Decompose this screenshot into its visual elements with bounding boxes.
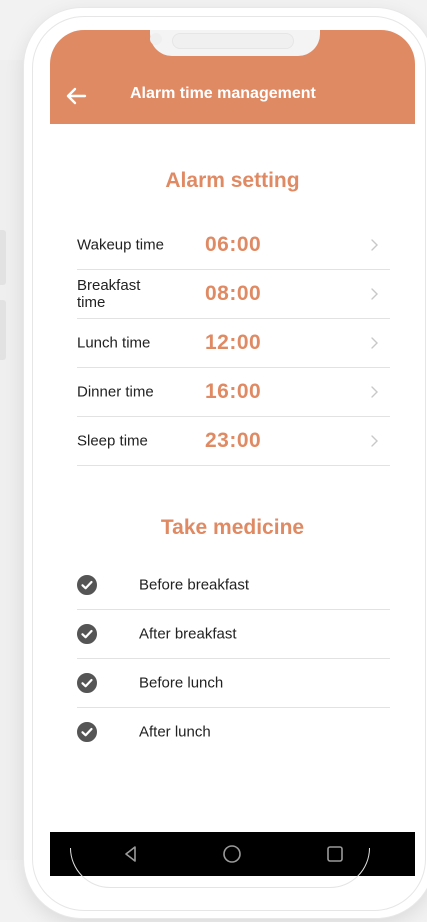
alarm-time-value: 16:00 bbox=[205, 380, 262, 403]
medicine-option-row[interactable]: Before breakfast bbox=[77, 561, 390, 610]
alarm-row[interactable]: Breakfast time 08:00 bbox=[77, 270, 390, 319]
camera bbox=[150, 33, 162, 45]
alarm-label: Sleep time bbox=[77, 432, 148, 450]
alarm-time-value: 12:00 bbox=[205, 331, 262, 354]
medicine-option-row[interactable]: After lunch bbox=[77, 708, 390, 756]
medicine-option-label: Before breakfast bbox=[139, 576, 250, 594]
alarm-row[interactable]: Dinner time 16:00 bbox=[77, 368, 390, 417]
alarm-label: Wakeup time bbox=[77, 236, 164, 254]
alarm-row[interactable]: Wakeup time 06:00 bbox=[77, 221, 390, 270]
alarm-row[interactable]: Sleep time 23:00 bbox=[77, 417, 390, 466]
phone-notch bbox=[150, 30, 320, 56]
arrow-left-icon bbox=[66, 87, 87, 105]
phone-bottom-edge bbox=[70, 848, 370, 888]
checkmark-circle-icon[interactable] bbox=[77, 624, 97, 644]
alarm-time-value: 08:00 bbox=[205, 282, 262, 305]
alarm-label: Breakfast time bbox=[77, 277, 141, 311]
page-title: Alarm time management bbox=[130, 85, 316, 102]
medicine-option-label: After breakfast bbox=[139, 625, 237, 643]
back-button[interactable] bbox=[62, 82, 90, 110]
checkmark-circle-icon[interactable] bbox=[77, 722, 97, 742]
medicine-option-label: Before lunch bbox=[139, 674, 224, 692]
alarm-label: Dinner time bbox=[77, 383, 154, 401]
background-tab bbox=[0, 230, 6, 285]
alarm-label: Lunch time bbox=[77, 334, 151, 352]
alarm-setting-title: Alarm setting bbox=[165, 169, 300, 192]
alarm-time-value: 23:00 bbox=[205, 429, 262, 452]
medicine-option-row[interactable]: After breakfast bbox=[77, 610, 390, 659]
chevron-right-icon bbox=[371, 435, 378, 447]
chevron-right-icon bbox=[371, 288, 378, 300]
chevron-right-icon bbox=[371, 337, 378, 349]
chevron-right-icon bbox=[371, 386, 378, 398]
chevron-right-icon bbox=[371, 239, 378, 251]
take-medicine-title: Take medicine bbox=[160, 516, 305, 539]
alarm-time-value: 06:00 bbox=[205, 233, 262, 256]
checkmark-circle-icon[interactable] bbox=[77, 575, 97, 595]
speaker bbox=[172, 33, 294, 49]
medicine-option-label: After lunch bbox=[139, 723, 211, 741]
alarm-row[interactable]: Lunch time 12:00 bbox=[77, 319, 390, 368]
background-tab bbox=[0, 300, 6, 360]
app-screen: Alarm time management Alarm setting Wake… bbox=[50, 30, 415, 876]
checkmark-circle-icon[interactable] bbox=[77, 673, 97, 693]
medicine-option-row[interactable]: Before lunch bbox=[77, 659, 390, 708]
